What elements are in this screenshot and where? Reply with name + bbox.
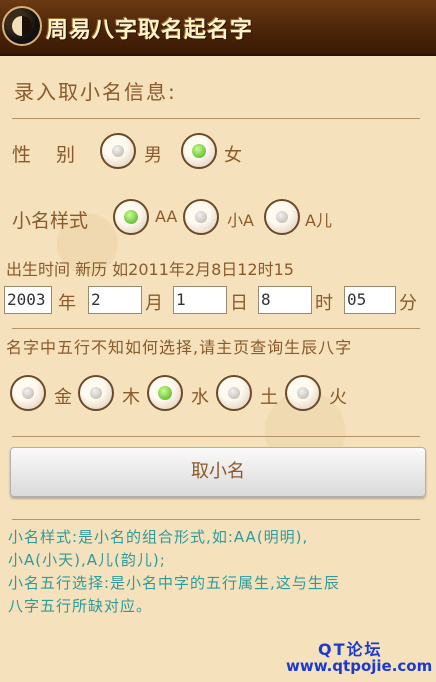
year-unit: 年 (58, 293, 76, 314)
radio-dot-icon (228, 387, 240, 399)
divider (12, 519, 420, 520)
site-watermark: www.qtpojie.com (286, 657, 433, 675)
radio-dot-icon (192, 144, 206, 158)
radio-dot-icon (112, 145, 124, 157)
month-input[interactable]: 2 (88, 286, 142, 314)
radio-dot-icon (195, 211, 207, 223)
info-line: 小名样式:是小名的组合形式,如:AA(明明), (8, 528, 309, 546)
app-title: 周易八字取名起名字 (46, 18, 254, 43)
element-metal-label[interactable]: 金 (54, 383, 72, 409)
app-header: 周易八字取名起名字 (0, 0, 436, 56)
radio-dot-icon (124, 210, 138, 224)
gender-male-label[interactable]: 男 (144, 141, 162, 167)
element-fire-radio[interactable] (285, 375, 321, 411)
gender-female-label[interactable]: 女 (224, 141, 242, 167)
yin-yang-icon (2, 6, 42, 46)
info-text: 小名样式:是小名的组合形式,如:AA(明明), 小A(小天),A儿(韵儿); 小… (8, 526, 428, 618)
section-title: 录入取小名信息: (14, 80, 177, 104)
style-aer-radio[interactable] (264, 199, 300, 235)
style-aer-label[interactable]: A儿 (305, 207, 332, 231)
element-fire-label[interactable]: 火 (329, 383, 347, 409)
radio-dot-icon (22, 387, 34, 399)
month-unit: 月 (145, 293, 163, 314)
style-aa-label[interactable]: AA (155, 207, 177, 226)
gender-male-radio[interactable] (100, 133, 136, 169)
get-name-button[interactable]: 取小名 (10, 447, 426, 497)
radio-dot-icon (297, 387, 309, 399)
element-water-label[interactable]: 水 (191, 383, 209, 409)
element-earth-label[interactable]: 土 (260, 383, 278, 409)
radio-dot-icon (276, 211, 288, 223)
element-hint: 名字中五行不知如何选择,请主页查询生辰八字 (6, 338, 353, 357)
style-aa-radio[interactable] (113, 199, 149, 235)
element-wood-label[interactable]: 木 (122, 383, 140, 409)
info-line: 八字五行所缺对应。 (8, 597, 153, 615)
info-line: 小A(小天),A儿(韵儿); (8, 551, 166, 569)
day-unit: 日 (230, 293, 248, 314)
element-earth-radio[interactable] (216, 375, 252, 411)
birth-time-label: 出生时间 新历 如2011年2月8日12时15 (6, 260, 294, 279)
year-input[interactable]: 2003 (4, 286, 52, 314)
style-xa-label[interactable]: 小A (227, 207, 254, 231)
info-line: 小名五行选择:是小名中字的五行属生,这与生辰 (8, 574, 340, 592)
day-input[interactable]: 1 (173, 286, 227, 314)
hour-input[interactable]: 8 (258, 286, 312, 314)
element-wood-radio[interactable] (78, 375, 114, 411)
style-xa-radio[interactable] (183, 199, 219, 235)
radio-dot-icon (158, 386, 172, 400)
divider (12, 328, 420, 329)
gender-label: 性 别 (12, 144, 76, 166)
divider (12, 118, 420, 119)
element-water-radio[interactable] (147, 375, 183, 411)
minute-input[interactable]: 05 (344, 286, 396, 314)
gender-female-radio[interactable] (181, 133, 217, 169)
hour-unit: 时 (315, 293, 333, 314)
divider (12, 436, 420, 437)
style-label: 小名样式 (12, 210, 89, 232)
minute-unit: 分 (399, 293, 417, 314)
element-metal-radio[interactable] (10, 375, 46, 411)
radio-dot-icon (90, 387, 102, 399)
